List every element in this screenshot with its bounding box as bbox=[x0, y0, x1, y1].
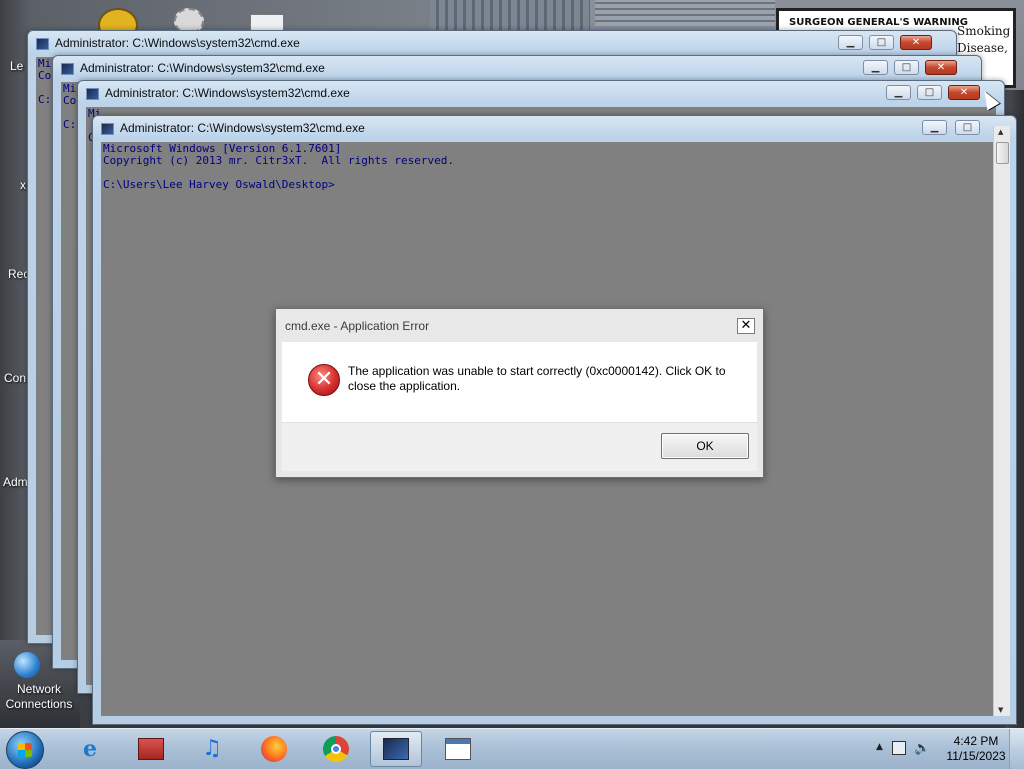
clock[interactable]: 4:42 PM 11/15/2023 bbox=[946, 734, 1006, 764]
network-status-icon[interactable] bbox=[892, 741, 906, 755]
start-button[interactable] bbox=[6, 731, 44, 769]
network-globe-icon[interactable] bbox=[14, 652, 40, 678]
cmd-icon bbox=[61, 63, 74, 75]
minimize-button[interactable]: ▁ bbox=[838, 35, 863, 50]
network-label-line1: Network bbox=[16, 682, 61, 696]
cmd-icon bbox=[383, 738, 409, 760]
desktop-icon-label[interactable]: x bbox=[20, 178, 26, 193]
taskbar-firefox[interactable] bbox=[248, 731, 300, 767]
windows-logo-icon bbox=[18, 743, 32, 757]
dialog-message: The application was unable to start corr… bbox=[348, 364, 726, 393]
maximize-button[interactable]: □ bbox=[894, 60, 919, 75]
taskbar-ie[interactable]: e bbox=[64, 731, 116, 767]
billboard-title: SURGEON GENERAL'S WARNING bbox=[789, 17, 968, 28]
window-title: Administrator: C:\Windows\system32\cmd.e… bbox=[80, 61, 325, 75]
dialog-footer: OK bbox=[282, 422, 757, 471]
close-button[interactable]: ✕ bbox=[948, 85, 980, 100]
taskbar-chrome[interactable] bbox=[310, 731, 362, 767]
cmd-icon bbox=[86, 88, 99, 100]
cmd-icon bbox=[36, 38, 49, 50]
minimize-button[interactable]: ▁ bbox=[922, 120, 947, 135]
desktop-icon-label[interactable]: Adm bbox=[3, 475, 28, 490]
taskbar-app-box[interactable] bbox=[125, 731, 177, 767]
scroll-down-arrow-icon[interactable]: ▼ bbox=[998, 706, 1003, 714]
background-building bbox=[430, 0, 590, 30]
error-dialog[interactable]: cmd.exe - Application Error ✕ ✕ The appl… bbox=[275, 308, 764, 478]
chrome-icon bbox=[323, 736, 349, 762]
background-building bbox=[30, 0, 430, 30]
clock-date: 11/15/2023 bbox=[946, 749, 1006, 763]
window-title: Administrator: C:\Windows\system32\cmd.e… bbox=[120, 121, 365, 135]
vertical-scrollbar[interactable]: ▲ ▼ bbox=[993, 126, 1010, 716]
scroll-up-arrow-icon[interactable]: ▲ bbox=[998, 128, 1003, 136]
console-line: Copyright (c) 2013 mr. Citr3xT. All righ… bbox=[103, 154, 454, 167]
window-title: Administrator: C:\Windows\system32\cmd.e… bbox=[55, 36, 300, 50]
show-hidden-icons-icon[interactable]: ▲ bbox=[876, 742, 883, 752]
show-desktop-button[interactable] bbox=[1009, 729, 1024, 769]
close-button[interactable]: ✕ bbox=[900, 35, 932, 50]
desktop-icon-label[interactable]: Con bbox=[4, 371, 26, 386]
dialog-body: ✕ The application was unable to start co… bbox=[282, 342, 757, 430]
dialog-close-button[interactable]: ✕ bbox=[737, 318, 755, 334]
taskbar-cmd[interactable] bbox=[370, 731, 422, 767]
error-x-icon: ✕ bbox=[308, 364, 340, 396]
maximize-button[interactable]: □ bbox=[955, 120, 980, 135]
desktop-icon-label[interactable]: Le bbox=[10, 59, 23, 74]
network-connections-label[interactable]: Network Connections bbox=[2, 682, 76, 712]
background-building bbox=[595, 0, 775, 26]
close-button[interactable]: ✕ bbox=[925, 60, 957, 75]
network-label-line2: Connections bbox=[5, 697, 73, 711]
minimize-button[interactable]: ▁ bbox=[863, 60, 888, 75]
system-tray: ▲ 🔈 4:42 PM 11/15/2023 bbox=[864, 729, 1024, 769]
music-note-icon: ♫ bbox=[202, 736, 222, 761]
volume-muted-icon[interactable]: 🔈 bbox=[914, 741, 930, 756]
box-icon bbox=[138, 738, 164, 760]
window-title: Administrator: C:\Windows\system32\cmd.e… bbox=[105, 86, 350, 100]
ok-button[interactable]: OK bbox=[661, 433, 749, 459]
maximize-button[interactable]: □ bbox=[917, 85, 942, 100]
firefox-icon bbox=[261, 736, 287, 762]
minimize-button[interactable]: ▁ bbox=[886, 85, 911, 100]
dialog-title: cmd.exe - Application Error bbox=[285, 319, 430, 333]
ie-icon: e bbox=[83, 736, 97, 762]
taskbar-window[interactable] bbox=[432, 731, 484, 767]
maximize-button[interactable]: □ bbox=[869, 35, 894, 50]
taskbar-itunes[interactable]: ♫ bbox=[186, 731, 238, 767]
background-building bbox=[0, 0, 30, 728]
scrollbar-thumb[interactable] bbox=[996, 142, 1009, 164]
taskbar: e ♫ ▲ 🔈 4:42 PM 11/15/2023 bbox=[0, 728, 1024, 769]
console-prompt[interactable]: C:\Users\Lee Harvey Oswald\Desktop> bbox=[103, 178, 335, 191]
window-icon bbox=[445, 738, 471, 760]
clock-time: 4:42 PM bbox=[953, 734, 999, 748]
cmd-icon bbox=[101, 123, 114, 135]
console-text: Microsoft Windows [Version 6.1.7601] Cop… bbox=[101, 142, 994, 192]
